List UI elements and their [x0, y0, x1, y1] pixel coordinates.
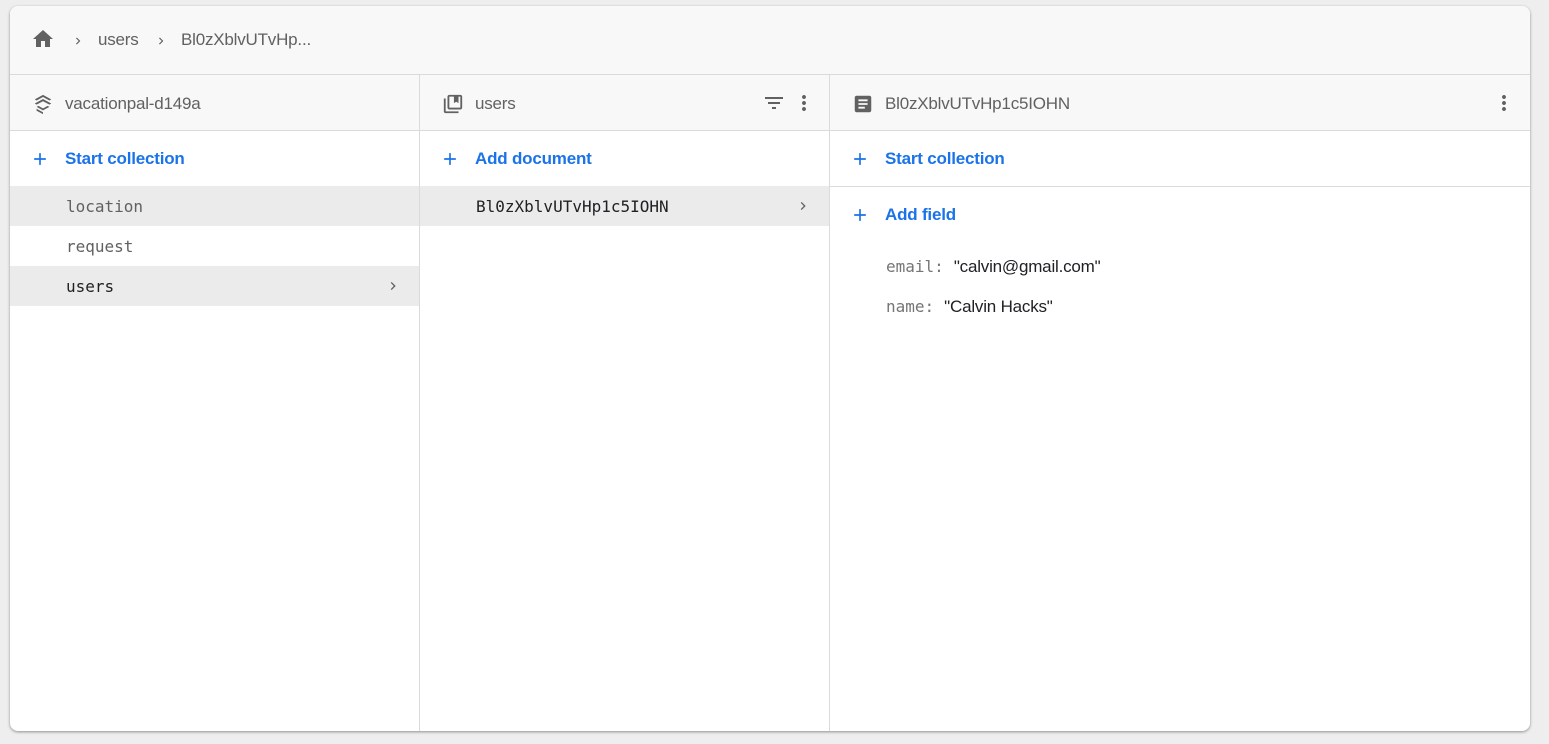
add-document-label: Add document — [475, 149, 592, 168]
add-field-label: Add field — [885, 205, 956, 224]
firestore-data-panel: users Bl0zXblvUTvHp... vacationpal-d149a… — [10, 6, 1530, 731]
collection-name: request — [66, 237, 134, 256]
field-colon: : — [924, 297, 935, 316]
field-colon: : — [934, 257, 944, 276]
breadcrumb-item-users[interactable]: users — [98, 30, 139, 50]
field-row-email[interactable]: email: "calvin@gmail.com" — [886, 257, 1101, 277]
project-title: vacationpal-d149a — [65, 94, 201, 113]
document-item[interactable]: Bl0zXblvUTvHp1c5IOHN — [420, 186, 829, 226]
filter-icon[interactable] — [762, 91, 786, 115]
plus-icon — [854, 209, 866, 221]
chevron-right-icon — [800, 202, 806, 210]
data-columns: vacationpal-d149a Start collection locat… — [10, 75, 1530, 731]
start-collection-label: Start collection — [65, 149, 185, 168]
more-vert-icon[interactable] — [1492, 91, 1516, 115]
collection-title: users — [475, 94, 516, 113]
chevron-right-icon — [390, 282, 396, 290]
collection-item-users[interactable]: users — [10, 266, 419, 306]
collection-item-request[interactable]: request — [10, 226, 419, 266]
collection-name: location — [66, 197, 144, 216]
document-title: Bl0zXblvUTvHp1c5IOHN — [885, 94, 1070, 113]
chevron-right-icon — [76, 37, 81, 45]
plus-icon — [34, 153, 46, 165]
chevron-right-icon — [159, 37, 164, 45]
start-collection-button[interactable]: Start collection — [10, 131, 419, 187]
add-document-button[interactable]: Add document — [420, 131, 829, 187]
breadcrumb-item-document[interactable]: Bl0zXblvUTvHp... — [181, 30, 311, 50]
plus-icon — [854, 153, 866, 165]
document-id: Bl0zXblvUTvHp1c5IOHN — [476, 197, 669, 216]
firestore-database-icon — [34, 94, 52, 115]
collection-column: users Add document Bl0zXblvUTvHp1c5IOHN — [420, 75, 830, 731]
add-field-button[interactable]: Add field — [830, 187, 1530, 243]
field-value: "Calvin Hacks" — [944, 297, 1053, 316]
field-row-name[interactable]: name: "Calvin Hacks" — [886, 297, 1053, 317]
collection-icon — [443, 94, 463, 114]
document-column-header: Bl0zXblvUTvHp1c5IOHN — [830, 75, 1530, 131]
start-collection-label: Start collection — [885, 149, 1005, 168]
collection-column-header: users — [420, 75, 829, 131]
root-column: vacationpal-d149a Start collection locat… — [10, 75, 420, 731]
field-value: "calvin@gmail.com" — [953, 257, 1101, 276]
collection-item-location[interactable]: location — [10, 186, 419, 226]
breadcrumb: users Bl0zXblvUTvHp... — [10, 6, 1530, 75]
start-subcollection-button[interactable]: Start collection — [830, 131, 1530, 187]
root-column-header: vacationpal-d149a — [10, 75, 419, 131]
document-icon — [854, 95, 872, 113]
field-key: email — [886, 257, 935, 276]
collection-name: users — [66, 277, 115, 296]
plus-icon — [444, 153, 456, 165]
home-icon[interactable] — [30, 27, 56, 51]
more-vert-icon[interactable] — [792, 91, 816, 115]
field-key: name — [886, 297, 925, 316]
document-column: Bl0zXblvUTvHp1c5IOHN Start collection Ad… — [830, 75, 1530, 731]
